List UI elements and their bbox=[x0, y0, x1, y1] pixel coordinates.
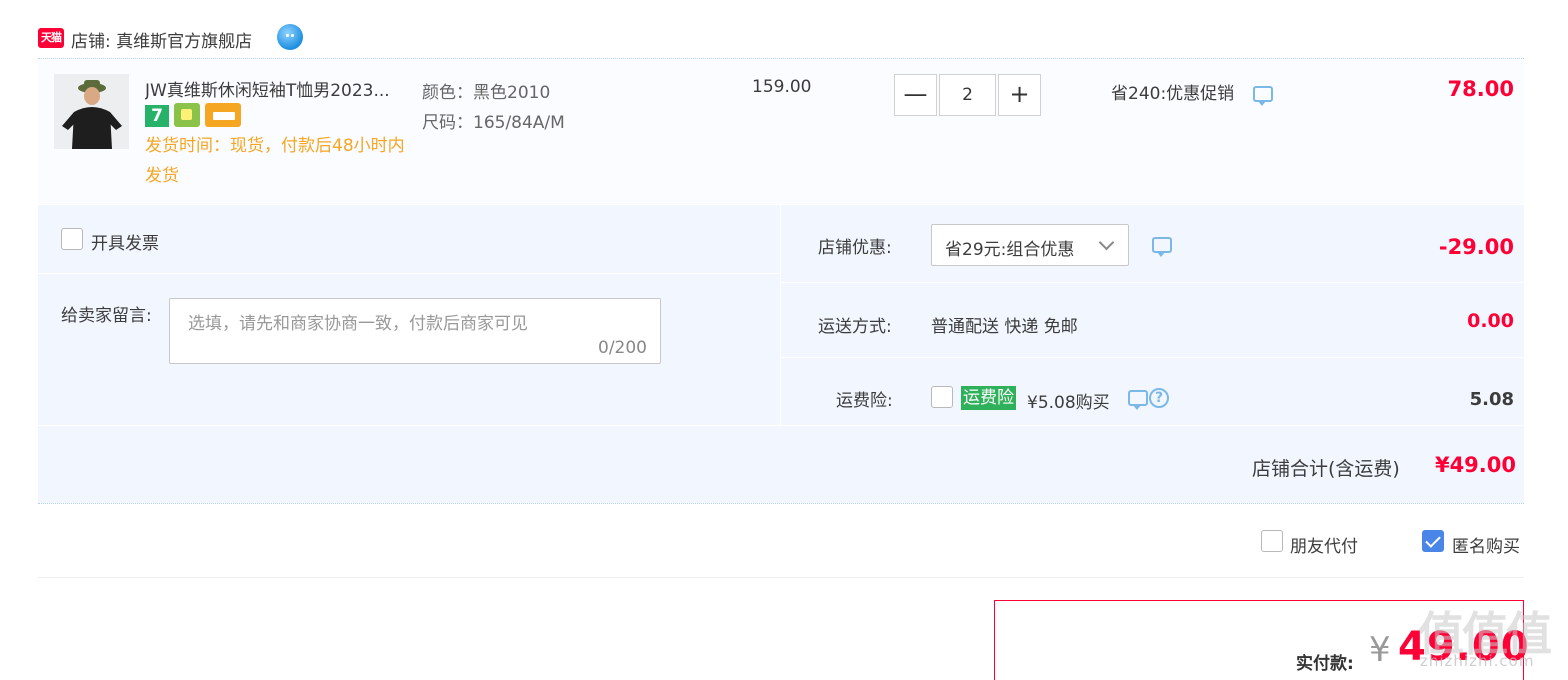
shipping-label: 运送方式: bbox=[818, 317, 892, 337]
anonymous-buy-checkbox[interactable] bbox=[1422, 530, 1444, 552]
message-label: 给卖家留言: bbox=[61, 306, 152, 326]
shop-name-link[interactable]: 店铺: 真维斯官方旗舰店 bbox=[71, 27, 252, 52]
divider bbox=[781, 357, 1524, 358]
divider bbox=[38, 503, 1524, 504]
message-char-counter: 0/200 bbox=[598, 338, 647, 358]
insurance-amount: 5.08 bbox=[1469, 389, 1514, 410]
divider bbox=[781, 282, 1524, 283]
comment-icon[interactable] bbox=[1152, 237, 1172, 257]
insurance-price: ¥5.08购买 bbox=[1027, 393, 1110, 413]
product-thumbnail[interactable] bbox=[54, 74, 129, 149]
seven-day-return-icon: 7 bbox=[145, 105, 169, 127]
divider bbox=[38, 273, 780, 274]
shopping-bag-badge-icon bbox=[174, 103, 200, 127]
insurance-tag: 运费险 bbox=[961, 386, 1016, 410]
invoice-checkbox[interactable] bbox=[61, 228, 83, 250]
friend-pay-label: 朋友代付 bbox=[1290, 537, 1358, 557]
shop-discount-label: 店铺优惠: bbox=[818, 238, 892, 258]
watermark-url: zhizhizhi.com bbox=[1420, 652, 1535, 670]
shop-discount-amount: -29.00 bbox=[1438, 235, 1514, 259]
seller-message-input[interactable]: 选填，请先和商家协商一致，付款后商家可见 0/200 bbox=[169, 298, 661, 364]
friend-pay-checkbox[interactable] bbox=[1261, 530, 1283, 552]
divider bbox=[38, 425, 1524, 426]
tmall-logo: 天猫 bbox=[38, 28, 64, 48]
promotion-label: 省240:优惠促销 bbox=[1111, 84, 1235, 104]
quantity-input[interactable]: 2 bbox=[940, 74, 995, 116]
divider bbox=[38, 58, 1524, 59]
item-total-price: 78.00 bbox=[1447, 77, 1514, 101]
divider bbox=[780, 205, 781, 425]
shipping-method: 普通配送 快递 免邮 bbox=[931, 317, 1078, 337]
shop-total-amount: ¥49.00 bbox=[1434, 453, 1516, 477]
color-attribute: 颜色：黑色2010 bbox=[422, 83, 551, 103]
invoice-label: 开具发票 bbox=[91, 234, 159, 254]
shop-total-label: 店铺合计(含运费) bbox=[1252, 458, 1400, 480]
insurance-checkbox[interactable] bbox=[931, 386, 953, 408]
credit-card-badge-icon bbox=[205, 103, 241, 127]
currency-symbol: ¥ bbox=[1369, 630, 1391, 670]
size-attribute: 尺码：165/84A/M bbox=[422, 113, 565, 133]
ship-time-note: 发货时间：现货，付款后48小时内发货 bbox=[145, 136, 405, 186]
shop-discount-select[interactable]: 省29元:组合优惠 bbox=[931, 224, 1129, 266]
product-title-link[interactable]: JW真维斯休闲短袖T恤男2023... bbox=[145, 76, 407, 101]
unit-price: 159.00 bbox=[752, 77, 812, 97]
quantity-plus-button[interactable]: + bbox=[998, 74, 1041, 116]
quantity-stepper: — 2 + bbox=[894, 74, 1041, 116]
help-icon[interactable]: ? bbox=[1149, 388, 1169, 408]
insurance-label: 运费险: bbox=[836, 391, 893, 411]
shipping-amount: 0.00 bbox=[1467, 310, 1514, 332]
wangwang-chat-icon[interactable] bbox=[277, 24, 303, 50]
divider bbox=[38, 577, 1524, 578]
anonymous-buy-label: 匿名购买 bbox=[1452, 537, 1520, 557]
comment-icon[interactable] bbox=[1253, 86, 1273, 106]
actual-payment-label: 实付款: bbox=[1296, 654, 1354, 674]
shop-discount-value: 省29元:组合优惠 bbox=[945, 240, 1075, 260]
quantity-minus-button[interactable]: — bbox=[894, 74, 937, 116]
comment-icon[interactable] bbox=[1128, 390, 1148, 410]
message-placeholder: 选填，请先和商家协商一致，付款后商家可见 bbox=[188, 314, 528, 334]
chevron-down-icon bbox=[1098, 234, 1115, 251]
